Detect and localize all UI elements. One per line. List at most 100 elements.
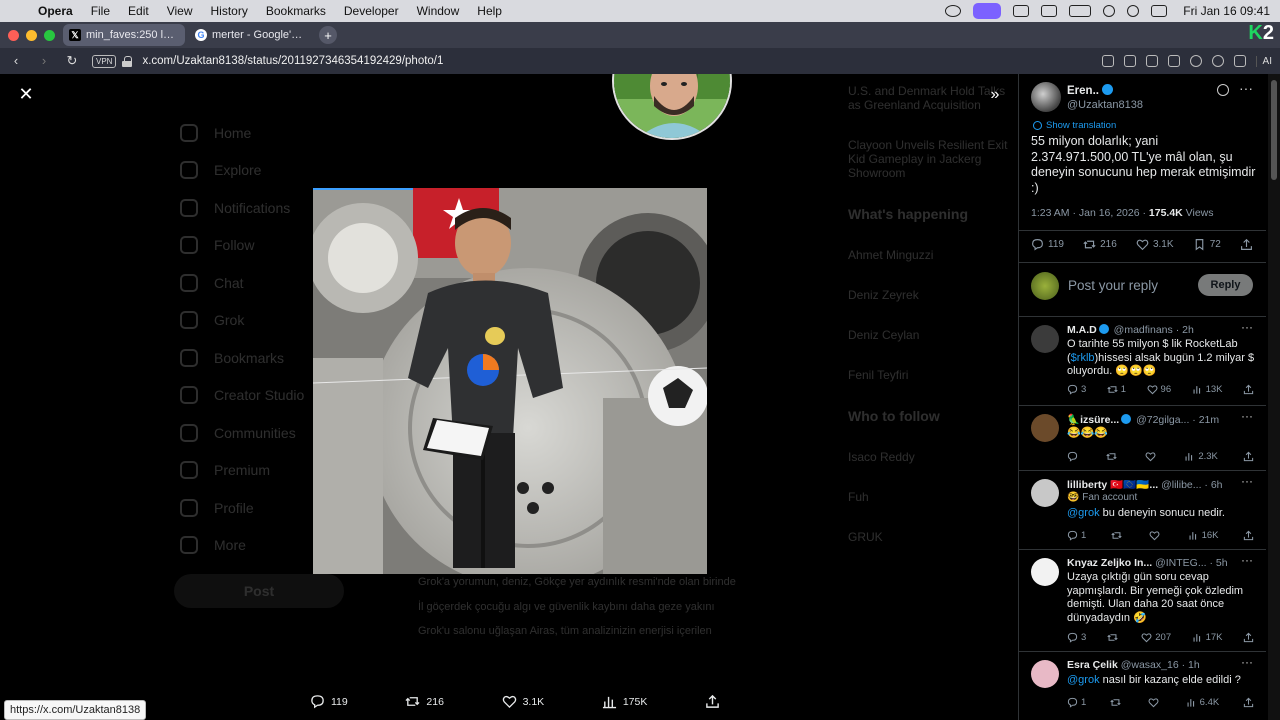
- url-field[interactable]: x.com/Uzaktan8138/status/201192734635419…: [142, 55, 443, 67]
- avatar[interactable]: [1031, 414, 1059, 442]
- reply-item[interactable]: Esra Çelik @wasax_16 · 1h ··· @grok nası…: [1019, 652, 1266, 720]
- close-media-viewer-button[interactable]: ✕: [18, 85, 34, 103]
- reply-share-button[interactable]: [1243, 384, 1257, 395]
- reply-views-button[interactable]: 13K: [1192, 384, 1222, 395]
- reply-item[interactable]: 🦜izsüre... @72gilga... · 21m ··· 😂😂😂 2.3…: [1019, 406, 1266, 470]
- grok-icon[interactable]: [1217, 84, 1229, 96]
- reply-author-handle[interactable]: @madfinans · 2h: [1114, 324, 1194, 336]
- more-options-icon[interactable]: ···: [1241, 655, 1253, 669]
- reply-author-name[interactable]: Esra Çelik: [1067, 659, 1118, 671]
- media-share-button[interactable]: [705, 694, 720, 709]
- menu-bookmarks[interactable]: Bookmarks: [266, 4, 326, 18]
- tweet-reply-button[interactable]: 119: [1031, 238, 1064, 251]
- reply-item[interactable]: lilliberty 🇹🇷🇪🇺🇺🇦... @lilibe... · 6h ···…: [1019, 471, 1266, 549]
- play-icon[interactable]: [1127, 5, 1140, 17]
- tweet-author[interactable]: Eren.. @Uzaktan8138 ···: [1031, 80, 1261, 114]
- reply-input[interactable]: Post your reply: [1068, 278, 1158, 293]
- author-name-row[interactable]: Eren..: [1067, 84, 1113, 97]
- heart-icon[interactable]: [1189, 55, 1202, 67]
- close-window-button[interactable]: [8, 29, 19, 41]
- reply-author-handle[interactable]: @wasax_16 · 1h: [1121, 659, 1200, 671]
- tab-x-search[interactable]: 𝕏 min_faves:250 lang:tr -f: [63, 24, 185, 46]
- profile-icon[interactable]: [1211, 55, 1224, 67]
- reply-item[interactable]: M.A.D @madfinans · 2h ··· O tarihte 55 m…: [1019, 317, 1266, 405]
- moon-icon[interactable]: [1103, 5, 1116, 17]
- reply-repost-button[interactable]: [1111, 530, 1125, 541]
- battery-icon[interactable]: [1069, 5, 1092, 17]
- reply-author-handle[interactable]: @INTEG... · 5h: [1155, 557, 1228, 569]
- reply-like-button[interactable]: [1145, 451, 1159, 462]
- avatar[interactable]: [1031, 479, 1059, 507]
- avatar[interactable]: [1031, 558, 1059, 586]
- reply-share-button[interactable]: [1243, 697, 1257, 708]
- reply-views-button[interactable]: 16K: [1188, 530, 1219, 541]
- shield-icon[interactable]: [1145, 55, 1158, 67]
- minimize-window-button[interactable]: [26, 29, 37, 41]
- collapse-panel-button[interactable]: »: [986, 86, 1004, 104]
- mention-link[interactable]: @grok: [1067, 674, 1100, 686]
- apple-menu-icon[interactable]: [10, 4, 24, 18]
- reply-author-name[interactable]: 🦜izsüre...: [1067, 414, 1119, 426]
- back-button[interactable]: ‹: [8, 53, 24, 69]
- reply-repost-button[interactable]: [1107, 632, 1121, 643]
- status-cloud-icon[interactable]: [945, 5, 962, 17]
- reply-repost-button[interactable]: [1106, 451, 1120, 462]
- lock-icon[interactable]: [122, 55, 133, 67]
- reload-button[interactable]: ↻: [64, 53, 80, 69]
- status-display-icon[interactable]: [1041, 5, 1058, 17]
- reply-like-button[interactable]: 96: [1147, 384, 1171, 395]
- control-center-icon[interactable]: [1151, 5, 1168, 17]
- menu-edit[interactable]: Edit: [128, 4, 149, 18]
- reply-share-button[interactable]: [1243, 632, 1257, 643]
- share-icon[interactable]: [1101, 55, 1114, 67]
- mention-link[interactable]: @grok: [1067, 507, 1100, 519]
- vpn-badge[interactable]: VPN: [92, 54, 117, 68]
- status-app-icon[interactable]: [1013, 5, 1030, 17]
- reply-item[interactable]: Knyaz Zeljko In... @INTEG... · 5h ··· Uz…: [1019, 550, 1266, 651]
- send-icon[interactable]: [1167, 55, 1180, 67]
- scrollbar-thumb[interactable]: [1271, 80, 1277, 180]
- menu-history[interactable]: History: [211, 4, 248, 18]
- reply-reply-button[interactable]: 1: [1067, 697, 1086, 708]
- reply-like-button[interactable]: [1149, 530, 1163, 541]
- show-translation-link[interactable]: Show translation: [1033, 120, 1116, 131]
- reply-share-button[interactable]: [1243, 451, 1257, 462]
- cashtag-link[interactable]: $rklb: [1071, 352, 1095, 364]
- tweet-repost-button[interactable]: 216: [1083, 238, 1117, 251]
- page-scrollbar[interactable]: [1268, 74, 1280, 720]
- reply-author-name[interactable]: M.A.D: [1067, 324, 1097, 336]
- camera-icon[interactable]: [1123, 55, 1136, 67]
- reply-views-button[interactable]: 6.4K: [1186, 697, 1219, 708]
- reply-reply-button[interactable]: 1: [1067, 530, 1086, 541]
- reply-author-handle[interactable]: @72gilga... · 21m: [1136, 414, 1219, 426]
- reply-author-name[interactable]: Knyaz Zeljko In...: [1067, 557, 1152, 569]
- menu-file[interactable]: File: [91, 4, 110, 18]
- avatar[interactable]: [1031, 660, 1059, 688]
- reply-repost-button[interactable]: 1: [1107, 384, 1126, 395]
- menu-window[interactable]: Window: [417, 4, 460, 18]
- more-options-icon[interactable]: ···: [1239, 80, 1253, 96]
- tweet-share-button[interactable]: [1240, 238, 1253, 251]
- reply-like-button[interactable]: [1148, 697, 1162, 708]
- more-options-icon[interactable]: ···: [1241, 320, 1253, 334]
- ai-button[interactable]: AI: [1255, 55, 1272, 67]
- more-options-icon[interactable]: ···: [1241, 409, 1253, 423]
- tweet-bookmark-button[interactable]: 72: [1193, 238, 1221, 251]
- reply-views-button[interactable]: 2.3K: [1184, 451, 1218, 462]
- media-repost-button[interactable]: 216: [405, 694, 444, 709]
- reply-reply-button[interactable]: 3: [1067, 632, 1086, 643]
- menu-developer[interactable]: Developer: [344, 4, 399, 18]
- menubar-clock[interactable]: Fri Jan 16 09:41: [1183, 4, 1270, 18]
- reply-repost-button[interactable]: [1110, 697, 1124, 708]
- tweet-photo[interactable]: [313, 188, 707, 574]
- reply-reply-button[interactable]: [1067, 451, 1081, 462]
- extensions-icon[interactable]: [1233, 55, 1246, 67]
- tweet-like-button[interactable]: 3.1K: [1136, 238, 1174, 251]
- tweet-timestamp[interactable]: 1:23 AM · Jan 16, 2026 ·: [1031, 207, 1149, 219]
- media-views-button[interactable]: 175K: [602, 694, 647, 709]
- avatar[interactable]: [1031, 325, 1059, 353]
- reply-author-name[interactable]: lilliberty 🇹🇷🇪🇺🇺🇦...: [1067, 479, 1158, 491]
- reply-views-button[interactable]: 17K: [1192, 632, 1223, 643]
- author-handle[interactable]: @Uzaktan8138: [1067, 99, 1143, 111]
- tab-google-search[interactable]: G merter - Google'da Ara: [189, 24, 311, 46]
